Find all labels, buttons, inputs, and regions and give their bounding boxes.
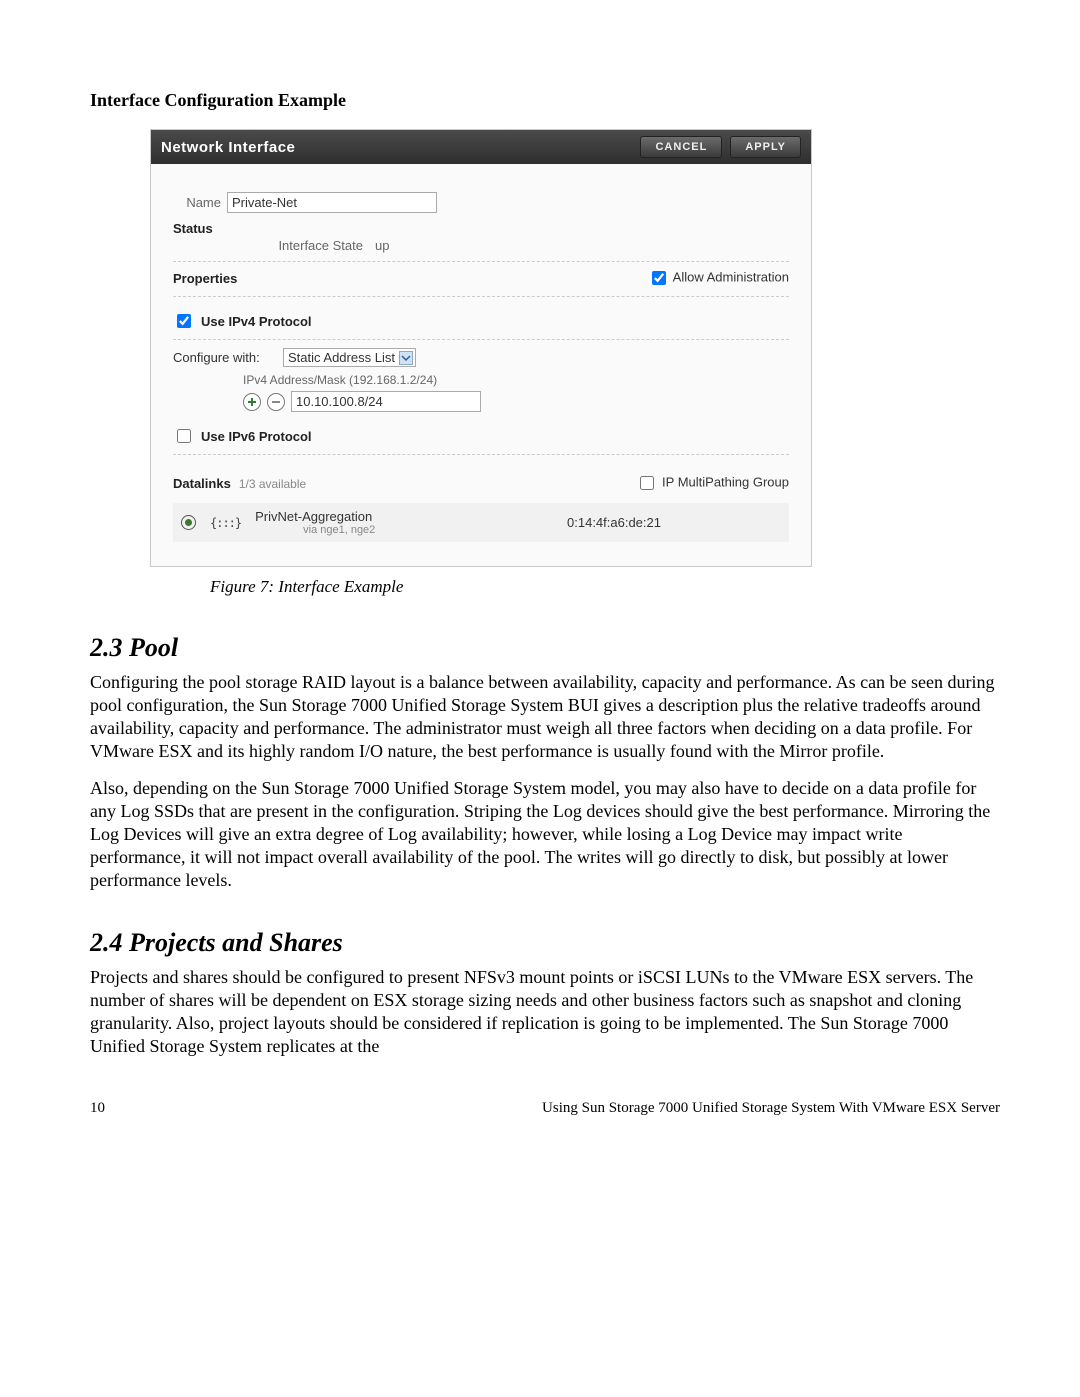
datalinks-title: Datalinks — [173, 476, 231, 491]
interface-state-value: up — [375, 238, 389, 253]
divider — [173, 454, 789, 455]
datalinks-count: 1/3 available — [239, 477, 306, 491]
datalink-mac: 0:14:4f:a6:de:21 — [567, 515, 781, 530]
dialog-title: Network Interface — [161, 139, 295, 156]
configure-with-label: Configure with: — [173, 350, 279, 365]
dialog-body: Name Status Interface State up Propertie… — [151, 164, 811, 566]
ipv6-checkbox[interactable] — [177, 429, 191, 443]
name-input[interactable] — [227, 192, 437, 213]
ipmp-checkbox[interactable] — [640, 476, 654, 490]
name-row: Name — [173, 192, 789, 213]
chevron-down-icon — [399, 351, 413, 365]
apply-button[interactable]: APPLY — [730, 136, 801, 158]
allow-admin-checkbox[interactable] — [652, 271, 666, 285]
minus-icon — [271, 397, 281, 407]
page-footer: 10 Using Sun Storage 7000 Unified Storag… — [90, 1100, 1000, 1117]
figure-screenshot: Network Interface CANCEL APPLY Name Stat… — [150, 129, 1000, 567]
configure-with-select[interactable]: Static Address List — [283, 348, 416, 367]
datalink-radio[interactable] — [181, 515, 196, 530]
status-title: Status — [173, 221, 789, 236]
ipv4-address-hint: IPv4 Address/Mask (192.168.1.2/24) — [243, 373, 789, 387]
datalink-via: via nge1, nge2 — [303, 524, 375, 536]
datalink-row[interactable]: {:::} PrivNet-Aggregation via nge1, nge2… — [173, 503, 789, 542]
ipv6-row[interactable]: Use IPv6 Protocol — [173, 426, 789, 446]
configure-with-row: Configure with: Static Address List — [173, 348, 789, 367]
name-label: Name — [173, 195, 227, 210]
ipv4-row[interactable]: Use IPv4 Protocol — [173, 311, 789, 331]
figure-caption: Figure 7: Interface Example — [210, 577, 1000, 597]
cancel-button[interactable]: CANCEL — [640, 136, 722, 158]
page-root: Interface Configuration Example Network … — [0, 0, 1080, 1157]
divider — [173, 296, 789, 297]
ipv4-address-block: IPv4 Address/Mask (192.168.1.2/24) — [243, 373, 789, 412]
plus-icon — [247, 397, 257, 407]
ipv4-address-line — [243, 391, 789, 412]
projects-paragraph-1: Projects and shares should be configured… — [90, 966, 1000, 1058]
add-address-button[interactable] — [243, 393, 261, 411]
ipv4-label: Use IPv4 Protocol — [201, 314, 312, 329]
properties-row: Properties Allow Administration — [173, 268, 789, 288]
ipv4-checkbox[interactable] — [177, 314, 191, 328]
footer-title: Using Sun Storage 7000 Unified Storage S… — [542, 1100, 1000, 1117]
pool-paragraph-2: Also, depending on the Sun Storage 7000 … — [90, 777, 1000, 892]
dialog-header: Network Interface CANCEL APPLY — [151, 130, 811, 164]
ipv4-address-input[interactable] — [291, 391, 481, 412]
ipmp-label: IP MultiPathing Group — [662, 474, 789, 489]
heading-pool: 2.3 Pool — [90, 633, 1000, 663]
datalink-name: PrivNet-Aggregation — [255, 509, 375, 524]
allow-admin-label: Allow Administration — [673, 269, 789, 284]
ipv6-label: Use IPv6 Protocol — [201, 429, 312, 444]
page-number: 10 — [90, 1100, 105, 1117]
aggregation-icon: {:::} — [210, 516, 241, 530]
interface-state-label: Interface State — [233, 238, 369, 253]
divider — [173, 261, 789, 262]
section-heading: Interface Configuration Example — [90, 90, 1000, 111]
heading-projects: 2.4 Projects and Shares — [90, 928, 1000, 958]
configure-with-value: Static Address List — [288, 350, 395, 365]
ipmp-wrap[interactable]: IP MultiPathing Group — [636, 473, 789, 493]
status-block: Status Interface State up — [173, 221, 789, 253]
divider — [173, 339, 789, 340]
dialog-network-interface: Network Interface CANCEL APPLY Name Stat… — [150, 129, 812, 567]
allow-admin-wrap[interactable]: Allow Administration — [648, 268, 789, 288]
dialog-buttons: CANCEL APPLY — [640, 136, 801, 158]
pool-paragraph-1: Configuring the pool storage RAID layout… — [90, 671, 1000, 763]
datalinks-header: Datalinks 1/3 available IP MultiPathing … — [173, 473, 789, 493]
interface-state-row: Interface State up — [173, 238, 789, 253]
properties-title: Properties — [173, 271, 237, 286]
remove-address-button[interactable] — [267, 393, 285, 411]
